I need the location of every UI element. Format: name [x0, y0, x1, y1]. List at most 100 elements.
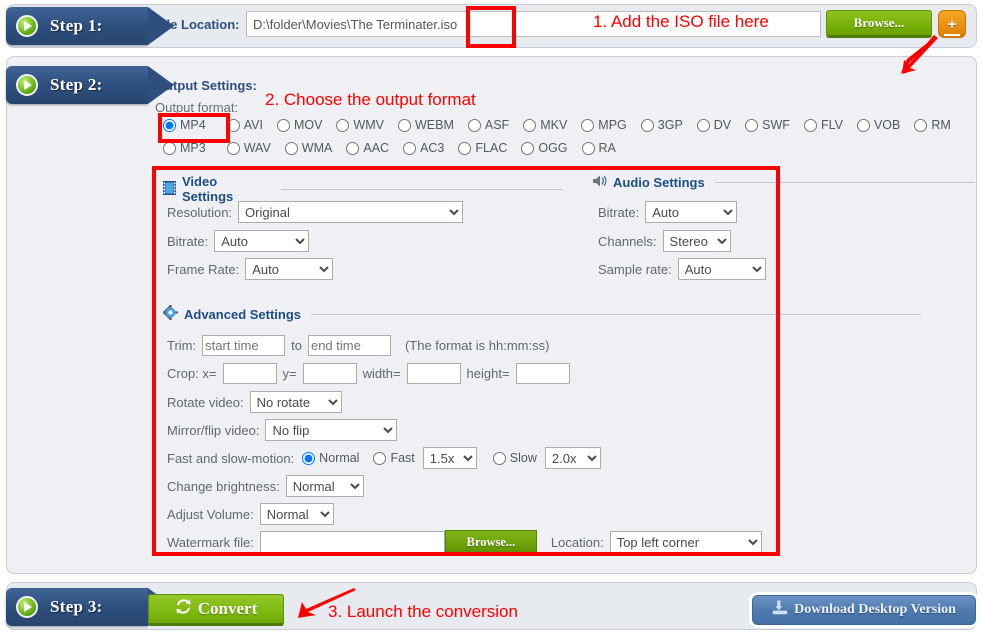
motion-fast-speed-select[interactable]: 1.5x — [422, 447, 477, 469]
format-radio-input-ra[interactable] — [581, 141, 595, 155]
annotation-note-3: 3. Launch the conversion — [328, 602, 518, 621]
format-radio-rm[interactable]: RM — [914, 118, 951, 132]
watermark-location-select[interactable]: Top left corner — [609, 531, 762, 553]
format-radio-input-3gp[interactable] — [640, 118, 654, 132]
watermark-file-input[interactable] — [259, 531, 445, 553]
format-radio-input-mp3[interactable] — [163, 141, 176, 155]
trim-end-input[interactable] — [307, 335, 391, 356]
motion-fast-label: Fast — [390, 451, 415, 465]
format-radio-ra[interactable]: RA — [581, 141, 616, 155]
frame-rate-label: Frame Rate: — [167, 261, 240, 277]
format-radio-asf[interactable]: ASF — [467, 118, 509, 132]
video-bitrate-row: Bitrate: Auto — [167, 230, 310, 252]
format-radio-input-mov[interactable] — [276, 118, 290, 132]
motion-slow-radio[interactable]: Slow — [492, 451, 537, 465]
format-radio-input-rm[interactable] — [914, 118, 928, 132]
format-radio-flv[interactable]: FLV — [803, 118, 843, 132]
format-radio-input-mp4[interactable] — [163, 118, 176, 132]
format-radio-input-asf[interactable] — [467, 118, 481, 132]
crop-height-input[interactable] — [515, 363, 570, 384]
format-radio-mkv[interactable]: MKV — [523, 118, 567, 132]
motion-slow-speed-select[interactable]: 2.0x — [544, 447, 601, 469]
format-radio-label: AC3 — [420, 141, 445, 155]
format-radio-wma[interactable]: WMA — [284, 141, 332, 155]
video-bitrate-select[interactable]: Auto — [214, 230, 310, 252]
audio-bitrate-label: Bitrate: — [598, 204, 640, 220]
mirror-select[interactable]: No flip — [265, 419, 398, 441]
trim-start-input[interactable] — [202, 335, 286, 356]
video-settings-header: Video Settings — [163, 174, 563, 204]
format-radio-mov[interactable]: MOV — [276, 118, 323, 132]
format-radio-flac[interactable]: FLAC — [458, 141, 507, 155]
motion-fast-input[interactable] — [373, 451, 387, 465]
motion-normal-radio[interactable]: Normal — [302, 451, 359, 465]
format-radio-avi[interactable]: AVI — [226, 118, 263, 132]
format-radio-input-wmv[interactable] — [336, 118, 350, 132]
step1-tab: Step 1: — [6, 7, 174, 45]
watermark-row: Watermark file: Browse... Location: Top … — [167, 530, 762, 554]
format-radio-label: FLV — [820, 118, 843, 132]
format-radio-ogg[interactable]: OGG — [521, 141, 568, 155]
format-radio-label: MOV — [293, 118, 323, 132]
sample-rate-select[interactable]: Auto — [677, 258, 766, 280]
output-settings-title: Output Settings: — [155, 78, 257, 93]
format-radio-input-mpg[interactable] — [581, 118, 595, 132]
audio-bitrate-select[interactable]: Auto — [645, 201, 738, 223]
format-radio-input-ac3[interactable] — [403, 141, 417, 155]
format-radio-mp3[interactable]: MP3 — [163, 141, 206, 155]
divider — [714, 182, 975, 183]
speaker-icon — [592, 174, 607, 191]
frame-rate-select[interactable]: Auto — [245, 258, 334, 280]
add-more-files-button[interactable]: + — [938, 10, 966, 38]
format-radio-mp4[interactable]: MP4 — [163, 118, 206, 132]
play-circle-icon — [16, 15, 38, 37]
format-radio-ac3[interactable]: AC3 — [403, 141, 444, 155]
browse-button[interactable]: Browse... — [826, 10, 932, 38]
motion-normal-input[interactable] — [302, 451, 316, 465]
format-radio-label: OGG — [538, 141, 568, 155]
format-radio-vob[interactable]: VOB — [856, 118, 900, 132]
step2-label: Step 2: — [50, 75, 103, 94]
format-radio-wav[interactable]: WAV — [226, 141, 271, 155]
volume-label: Adjust Volume: — [167, 506, 254, 522]
format-radio-input-wav[interactable] — [226, 141, 240, 155]
frame-rate-row: Frame Rate: Auto — [167, 258, 334, 280]
format-radio-input-avi[interactable] — [226, 118, 240, 132]
format-radio-input-flv[interactable] — [803, 118, 817, 132]
format-radio-input-vob[interactable] — [856, 118, 870, 132]
format-radio-label: MPG — [598, 118, 627, 132]
format-radio-input-flac[interactable] — [458, 141, 472, 155]
download-desktop-version-button[interactable]: Download Desktop Version — [752, 595, 976, 625]
channels-select[interactable]: Stereo — [662, 230, 731, 252]
motion-fast-radio[interactable]: Fast — [373, 451, 415, 465]
format-radio-mpg[interactable]: MPG — [581, 118, 627, 132]
format-radio-dv[interactable]: DV — [696, 118, 731, 132]
channels-label: Channels: — [598, 233, 657, 249]
format-radio-aac[interactable]: AAC — [346, 141, 389, 155]
convert-button[interactable]: Convert — [148, 594, 284, 626]
rotate-select[interactable]: No rotate — [249, 391, 342, 413]
resolution-select[interactable]: Original — [238, 201, 464, 223]
audio-bitrate-row: Bitrate: Auto — [598, 201, 738, 223]
format-radio-input-webm[interactable] — [397, 118, 411, 132]
plus-icon: + — [943, 15, 961, 36]
format-radio-swf[interactable]: SWF — [745, 118, 790, 132]
watermark-browse-button[interactable]: Browse... — [444, 530, 537, 554]
format-radio-input-swf[interactable] — [745, 118, 759, 132]
format-radio-input-aac[interactable] — [346, 141, 360, 155]
crop-y-input[interactable] — [302, 363, 357, 384]
format-radio-input-wma[interactable] — [284, 141, 298, 155]
crop-x-input[interactable] — [222, 363, 277, 384]
brightness-select[interactable]: Normal — [285, 475, 364, 497]
format-radio-input-ogg[interactable] — [521, 141, 535, 155]
volume-select[interactable]: Normal — [259, 503, 334, 525]
motion-slow-input[interactable] — [492, 451, 506, 465]
format-radio-input-dv[interactable] — [696, 118, 710, 132]
format-radio-3gp[interactable]: 3GP — [640, 118, 683, 132]
format-radio-input-mkv[interactable] — [523, 118, 537, 132]
play-circle-icon — [16, 74, 38, 96]
crop-width-input[interactable] — [406, 363, 461, 384]
format-radio-webm[interactable]: WEBM — [397, 118, 454, 132]
divider — [281, 188, 563, 190]
format-radio-wmv[interactable]: WMV — [336, 118, 384, 132]
